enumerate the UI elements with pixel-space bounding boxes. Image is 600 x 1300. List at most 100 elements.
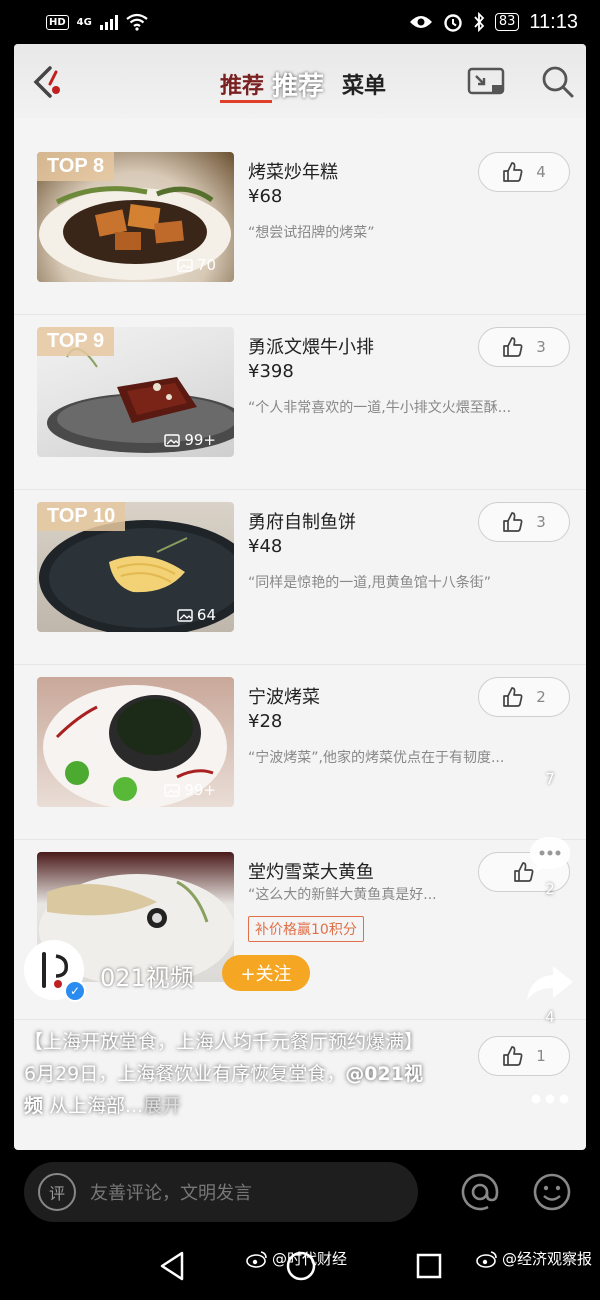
like-count: 1 xyxy=(536,1047,546,1065)
side-count-top: 7 xyxy=(524,770,576,788)
mention-icon[interactable] xyxy=(460,1172,500,1212)
dish-quote: “这么大的新鲜大黄鱼真是好... xyxy=(248,887,437,903)
verified-badge-icon: ✓ xyxy=(64,980,86,1002)
comment-button[interactable]: 2 xyxy=(524,834,576,898)
photo-count: 70 xyxy=(177,256,216,274)
dish-quote: “同样是惊艳的一道,甩黄鱼馆十八条街” xyxy=(248,575,491,591)
wifi-icon xyxy=(126,13,148,31)
points-tag[interactable]: 补价格赢10积分 xyxy=(248,916,364,942)
rank-badge: TOP 10 xyxy=(37,502,126,531)
photo-count: 64 xyxy=(177,606,216,624)
dish-name[interactable]: 堂灼雪菜大黄鱼 xyxy=(248,858,374,884)
follow-button[interactable]: +关注 xyxy=(222,955,310,991)
status-right: 83 11:13 xyxy=(409,11,578,34)
eye-icon xyxy=(409,16,432,28)
dish-price: ¥28 xyxy=(248,711,283,732)
image-icon xyxy=(177,608,193,622)
comment-bar: 评 友善评论，文明发言 xyxy=(0,1150,600,1238)
comment-count: 2 xyxy=(545,880,555,898)
like-count: 3 xyxy=(536,338,546,356)
battery-level: 83 xyxy=(494,13,520,31)
watermark-left: @时代财经 xyxy=(246,1248,347,1269)
network-type: 4G xyxy=(76,16,92,28)
dish-photo[interactable]: TOP 9 99+ xyxy=(37,327,234,457)
dish-quote: “个人非常喜欢的一道,牛小排文火煨至酥... xyxy=(248,400,512,416)
like-button[interactable]: 3 xyxy=(478,502,570,542)
thumbs-up-icon xyxy=(503,687,523,707)
search-icon[interactable] xyxy=(538,64,578,100)
like-count: 3 xyxy=(536,513,546,531)
list-item[interactable]: 99+ 宁波烤菜 ¥28 “宁波烤菜”,他家的烤菜优点在于有韧度... 2 xyxy=(14,665,586,840)
image-icon xyxy=(164,433,181,447)
photo-count-value: 99+ xyxy=(184,431,216,449)
dish-photo[interactable]: 99+ xyxy=(37,677,234,807)
video-caption[interactable]: 【上海开放堂食，上海人均千元餐厅预约爆满】6月29日，上海餐饮业有序恢复堂食，@… xyxy=(24,1026,434,1122)
bluetooth-icon xyxy=(474,12,485,32)
dish-photo[interactable]: TOP 10 64 xyxy=(37,502,234,632)
rank-badge: TOP 9 xyxy=(37,327,115,356)
dish-quote: “宁波烤菜”,他家的烤菜优点在于有韧度... xyxy=(248,750,505,766)
photo-count-value: 64 xyxy=(196,606,216,624)
clock: 11:13 xyxy=(529,10,578,33)
like-button[interactable]: 1 xyxy=(478,1036,570,1076)
app-header: 推荐 推荐 菜单 xyxy=(14,44,586,118)
list-item[interactable]: 堂灼雪菜大黄鱼 “这么大的新鲜大黄鱼真是好... 补价格赢10积分 xyxy=(14,840,586,1020)
dish-price: ¥48 xyxy=(248,536,283,557)
photo-count: 99+ xyxy=(164,431,216,449)
tab-recommend-overlay: 推荐 xyxy=(272,72,325,102)
dish-quote: “想尝试招牌的烤菜” xyxy=(248,225,375,241)
comment-placeholder: 友善评论，文明发言 xyxy=(90,1183,252,1204)
share-count: 4 xyxy=(545,1008,555,1026)
like-button[interactable]: 2 xyxy=(478,677,570,717)
author-name[interactable]: 021视频 xyxy=(100,958,194,993)
image-icon xyxy=(177,258,193,272)
tab-menu[interactable]: 菜单 xyxy=(342,68,386,100)
hd-badge: HD xyxy=(46,14,69,30)
comment-bubble-icon xyxy=(530,837,570,873)
share-button[interactable]: 4 xyxy=(524,962,576,1026)
back-icon[interactable] xyxy=(26,62,70,102)
watermark-left-text: @时代财经 xyxy=(272,1250,348,1268)
alarm-icon xyxy=(444,14,462,32)
weibo-icon xyxy=(246,1250,267,1268)
share-arrow-icon xyxy=(527,966,573,1000)
like-count: 2 xyxy=(536,688,546,706)
thumbs-up-icon xyxy=(503,162,523,182)
list-item[interactable]: TOP 10 64 勇府自制鱼饼 ¥48 “同样是惊艳的一道,甩黄鱼馆十八条街”… xyxy=(14,490,586,665)
emoji-icon[interactable] xyxy=(532,1172,572,1212)
nav-recents-icon[interactable] xyxy=(415,1250,443,1282)
dish-name[interactable]: 宁波烤菜 xyxy=(248,683,320,709)
signal-icon xyxy=(99,14,118,30)
tab-recommend[interactable]: 推荐 xyxy=(220,68,264,100)
comment-ping-icon: 评 xyxy=(38,1173,76,1211)
list-item[interactable]: TOP 8 70 烤菜炒年糕 ¥68 “想尝试招牌的烤菜” 4 xyxy=(14,140,586,315)
watermark-right-text: @经济观察报 xyxy=(502,1250,593,1268)
nav-back-icon[interactable] xyxy=(158,1250,186,1282)
dish-name[interactable]: 勇派文煨牛小排 xyxy=(248,333,374,359)
tab-underline xyxy=(220,100,272,103)
watermark-right: @经济观察报 xyxy=(476,1248,592,1269)
photo-count-value: 99+ xyxy=(184,781,216,799)
status-bar: HD 4G 83 11:13 xyxy=(0,0,600,44)
comment-input[interactable]: 评 友善评论，文明发言 xyxy=(24,1162,418,1222)
image-icon xyxy=(164,783,181,797)
like-button[interactable]: 3 xyxy=(478,327,570,367)
thumbs-up-icon xyxy=(503,337,523,357)
more-dots-icon xyxy=(531,1094,569,1104)
screen-cast-icon[interactable] xyxy=(466,64,506,100)
list-item[interactable]: TOP 9 99+ 勇派文煨牛小排 ¥398 “个人非常喜欢的一道,牛小排文火煨… xyxy=(14,315,586,490)
rank-badge: TOP 8 xyxy=(37,152,115,181)
photo-count-value: 70 xyxy=(196,256,216,274)
side-count-top-value: 7 xyxy=(545,770,555,788)
dish-photo[interactable]: TOP 8 70 xyxy=(37,152,234,282)
dish-name[interactable]: 烤菜炒年糕 xyxy=(248,158,338,184)
photo-count: 99+ xyxy=(164,781,216,799)
status-left: HD 4G xyxy=(46,13,148,31)
like-button[interactable]: 4 xyxy=(478,152,570,192)
dish-name[interactable]: 勇府自制鱼饼 xyxy=(248,508,356,534)
thumbs-up-icon xyxy=(503,512,523,532)
expand-link[interactable]: 展开 xyxy=(143,1095,181,1117)
more-button[interactable] xyxy=(524,1080,576,1113)
caption-text-2: 从上海部... xyxy=(43,1095,144,1117)
like-count: 4 xyxy=(536,163,546,181)
